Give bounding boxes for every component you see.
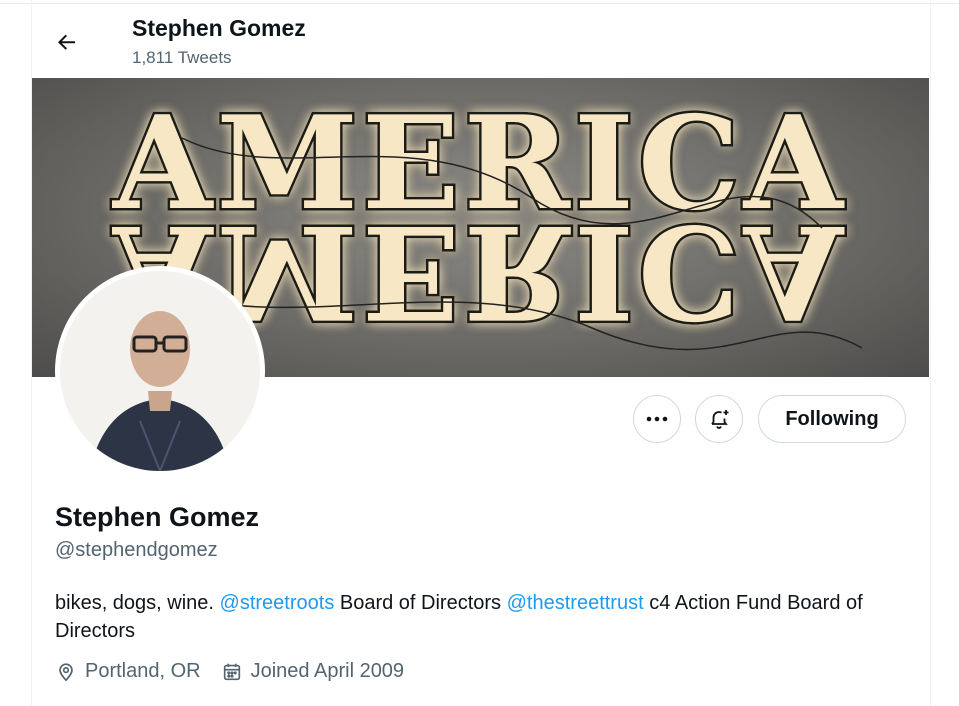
tweet-count: 1,811 Tweets — [132, 48, 232, 67]
mention-link-streetroots[interactable]: @streetroots — [220, 592, 335, 614]
location-text: Portland, OR — [85, 660, 201, 682]
bio-text: bikes, dogs, wine. — [55, 592, 220, 614]
profile-header: Stephen Gomez 1,811 Tweets — [0, 0, 959, 78]
header-title: Stephen Gomez — [132, 15, 306, 41]
joined-date: Joined April 2009 — [221, 660, 404, 683]
notifications-button[interactable] — [695, 395, 743, 443]
more-button[interactable] — [633, 395, 681, 443]
avatar[interactable] — [55, 266, 265, 476]
profile-name: Stephen Gomez — [55, 502, 260, 532]
calendar-icon — [223, 663, 240, 680]
profile-bio: bikes, dogs, wine. @streetroots Board of… — [55, 589, 875, 645]
ellipsis-icon — [646, 416, 668, 422]
arrow-left-icon — [58, 34, 75, 50]
avatar-photo — [60, 271, 260, 471]
back-button[interactable] — [50, 25, 84, 59]
bell-plus-icon — [711, 410, 729, 429]
location-pin-icon — [59, 662, 73, 681]
bio-text: Board of Directors — [334, 592, 507, 614]
profile-handle: @stephendgomez — [55, 539, 218, 561]
joined-text: Joined April 2009 — [250, 660, 405, 682]
location: Portland, OR — [55, 660, 201, 683]
profile-meta: Portland, OR Joined April 2009 — [55, 660, 424, 683]
following-button[interactable]: Following — [758, 395, 906, 443]
mention-link-thestreettrust[interactable]: @thestreettrust — [507, 592, 644, 614]
